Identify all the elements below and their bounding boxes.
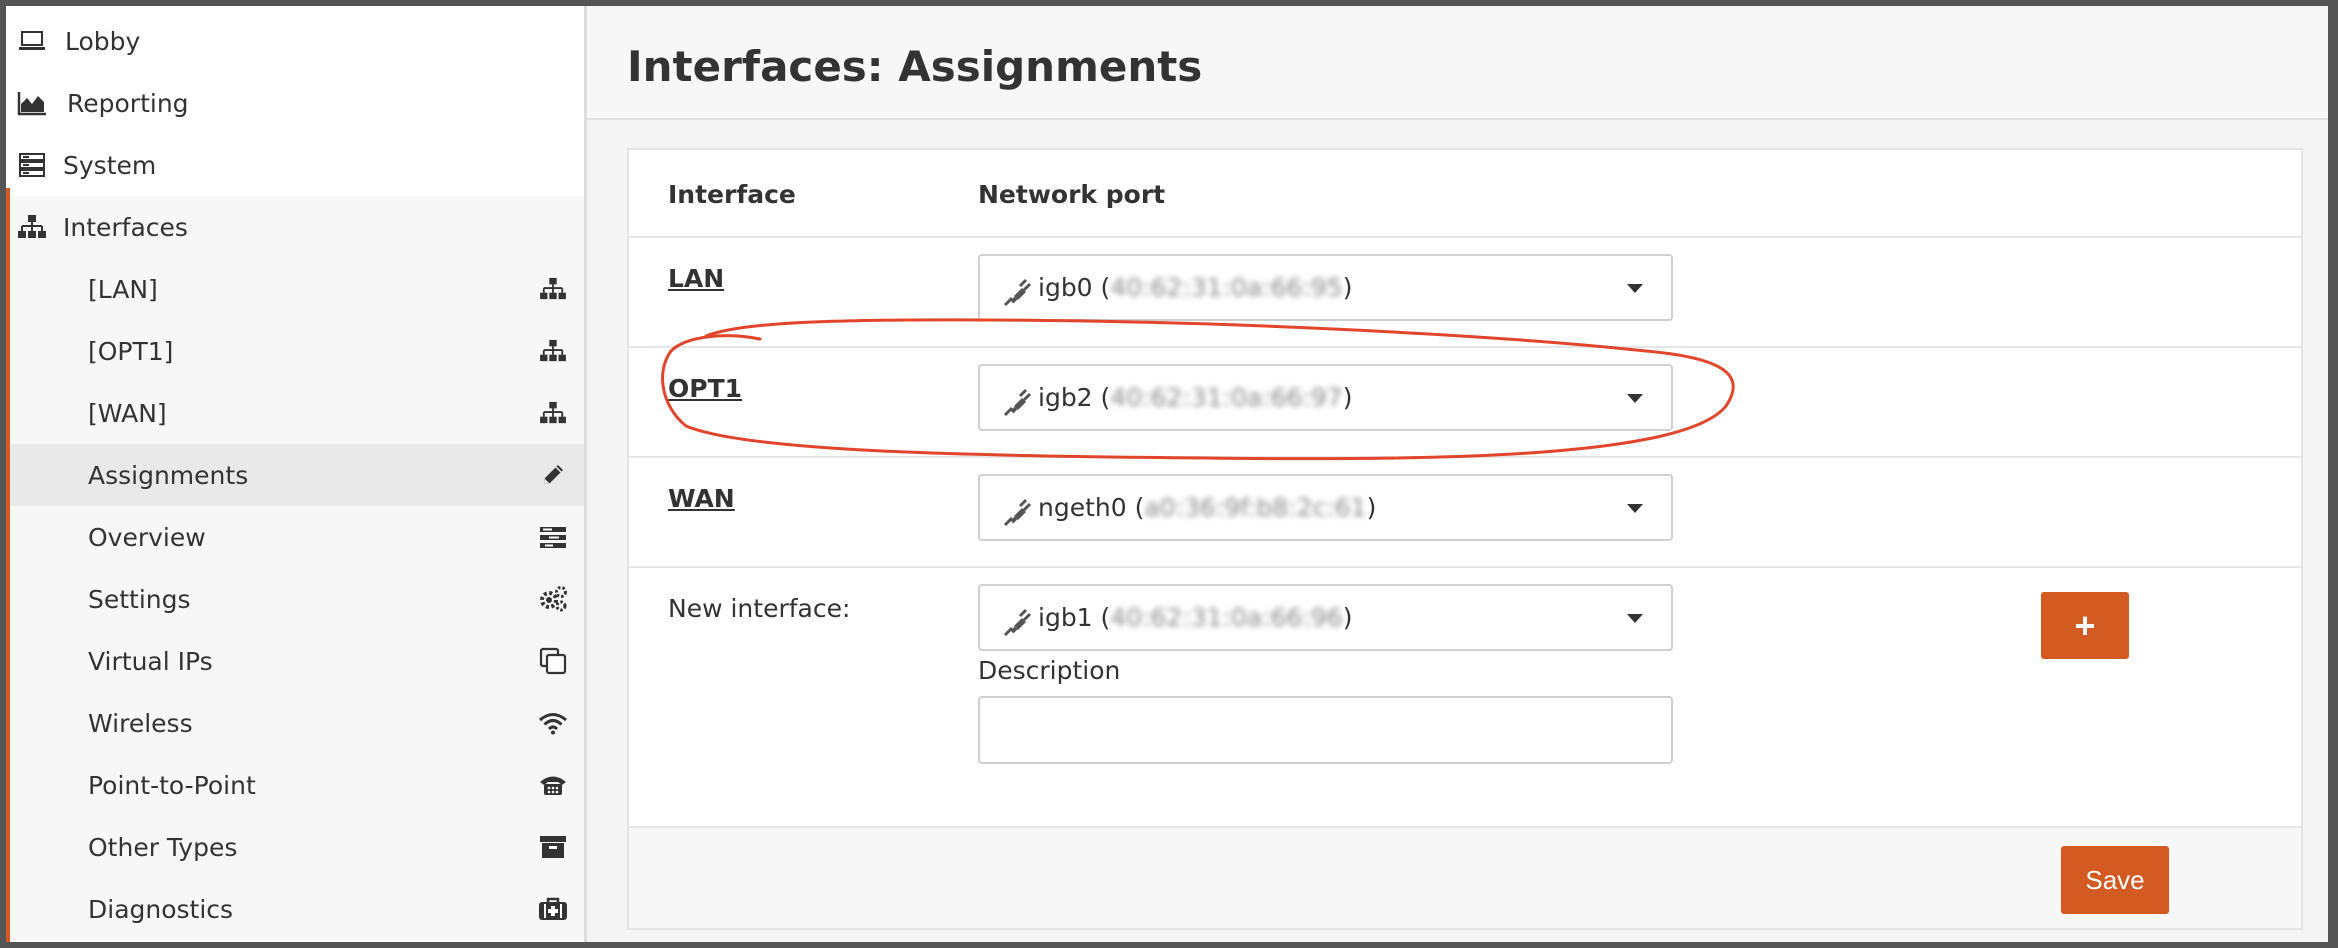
table-footer	[629, 828, 2301, 928]
interface-link-opt1[interactable]: OPT1	[668, 374, 742, 403]
sidebar-item-virtual-ips[interactable]: Virtual IPs	[6, 630, 584, 692]
sidebar-item-settings[interactable]: Settings	[6, 568, 584, 630]
column-header-interface: Interface	[668, 180, 796, 209]
fax-icon	[536, 768, 570, 802]
chevron-down-icon	[1627, 394, 1643, 403]
sitemap-icon	[536, 396, 570, 430]
sidebar-item-opt1[interactable]: [OPT1]	[6, 320, 584, 382]
sidebar-item-label: Other Types	[88, 832, 238, 862]
interface-link-wan[interactable]: WAN	[668, 484, 735, 513]
sidebar-item-label: Point-to-Point	[88, 770, 256, 800]
sidebar-item-diagnostics[interactable]: Diagnostics	[6, 878, 584, 940]
chevron-down-icon	[1627, 504, 1643, 513]
area-chart-icon	[15, 86, 49, 120]
row-divider	[629, 346, 2301, 348]
port-select-value: igb0 (40:62:31:0a:66:95)	[1038, 273, 1353, 302]
sidebar-item-label: [OPT1]	[88, 336, 174, 366]
plug-icon	[1003, 498, 1032, 526]
sidebar-item-point-to-point[interactable]: Point-to-Point	[6, 754, 584, 816]
sidebar-item-label: Settings	[88, 584, 191, 614]
sidebar-item-label: Lobby	[65, 26, 141, 56]
interface-link-lan[interactable]: LAN	[668, 264, 724, 293]
main-content: Interfaces: Assignments Interface Networ…	[587, 6, 2328, 942]
column-header-network-port: Network port	[978, 180, 1166, 209]
sidebar-item-label: Diagnostics	[88, 894, 234, 924]
sidebar-item-label: [WAN]	[88, 398, 167, 428]
sidebar-active-accent	[6, 188, 10, 942]
port-select-value: ngeth0 (a0:36:9f:b8:2c:61)	[1038, 493, 1377, 522]
sidebar-item-label: Wireless	[88, 708, 193, 738]
sidebar-item-label: System	[63, 150, 157, 180]
wifi-icon	[536, 706, 570, 740]
row-divider	[629, 456, 2301, 458]
sidebar: Lobby Reporting System Interfaces [LAN]	[6, 6, 587, 942]
new-interface-label: New interface:	[668, 594, 851, 623]
sidebar-item-label: Reporting	[67, 88, 189, 118]
chevron-down-icon	[1627, 614, 1643, 623]
add-interface-button[interactable]: +	[2041, 592, 2129, 659]
sidebar-item-wan[interactable]: [WAN]	[6, 382, 584, 444]
page-title: Interfaces: Assignments	[627, 42, 1203, 91]
plug-icon	[1003, 278, 1032, 306]
clone-icon	[536, 644, 570, 678]
page-header: Interfaces: Assignments	[587, 6, 2328, 120]
assignments-table: Interface Network port LAN igb0 (40:62:3…	[627, 148, 2303, 930]
tasks-icon	[536, 520, 570, 554]
sidebar-item-label: Assignments	[88, 460, 249, 490]
port-select-new-interface[interactable]: igb1 (40:62:31:0a:66:96)	[978, 584, 1673, 651]
row-divider	[629, 236, 2301, 238]
description-label: Description	[978, 656, 1121, 685]
sidebar-item-label: [LAN]	[88, 274, 158, 304]
sidebar-item-label: Overview	[88, 522, 206, 552]
port-select-opt1[interactable]: igb2 (40:62:31:0a:66:97)	[978, 364, 1673, 431]
sidebar-item-label: Interfaces	[63, 212, 188, 242]
port-select-wan[interactable]: ngeth0 (a0:36:9f:b8:2c:61)	[978, 474, 1673, 541]
sidebar-item-wireless[interactable]: Wireless	[6, 692, 584, 754]
plug-icon	[1003, 608, 1032, 636]
app-window: Lobby Reporting System Interfaces [LAN]	[6, 6, 2328, 942]
sitemap-icon	[15, 210, 49, 244]
sidebar-item-label: Virtual IPs	[88, 646, 213, 676]
port-select-value: igb2 (40:62:31:0a:66:97)	[1038, 383, 1353, 412]
row-divider	[629, 566, 2301, 568]
laptop-icon	[15, 24, 49, 58]
port-select-lan[interactable]: igb0 (40:62:31:0a:66:95)	[978, 254, 1673, 321]
pencil-icon	[536, 458, 570, 492]
plug-icon	[1003, 388, 1032, 416]
sidebar-item-overview[interactable]: Overview	[6, 506, 584, 568]
sidebar-item-assignments[interactable]: Assignments	[6, 444, 584, 506]
sidebar-item-lan[interactable]: [LAN]	[6, 258, 584, 320]
sidebar-item-reporting[interactable]: Reporting	[6, 72, 584, 134]
sidebar-item-interfaces[interactable]: Interfaces	[6, 196, 584, 258]
sitemap-icon	[536, 272, 570, 306]
sidebar-item-other-types[interactable]: Other Types	[6, 816, 584, 878]
server-icon	[15, 148, 49, 182]
sidebar-item-system[interactable]: System	[6, 134, 584, 196]
sitemap-icon	[536, 334, 570, 368]
chevron-down-icon	[1627, 284, 1643, 293]
archive-icon	[536, 830, 570, 864]
port-select-value: igb1 (40:62:31:0a:66:96)	[1038, 603, 1353, 632]
medkit-icon	[536, 892, 570, 926]
sidebar-item-lobby[interactable]: Lobby	[6, 10, 584, 72]
cogs-icon	[536, 582, 570, 616]
save-button[interactable]: Save	[2061, 846, 2169, 914]
description-input[interactable]	[978, 696, 1673, 764]
